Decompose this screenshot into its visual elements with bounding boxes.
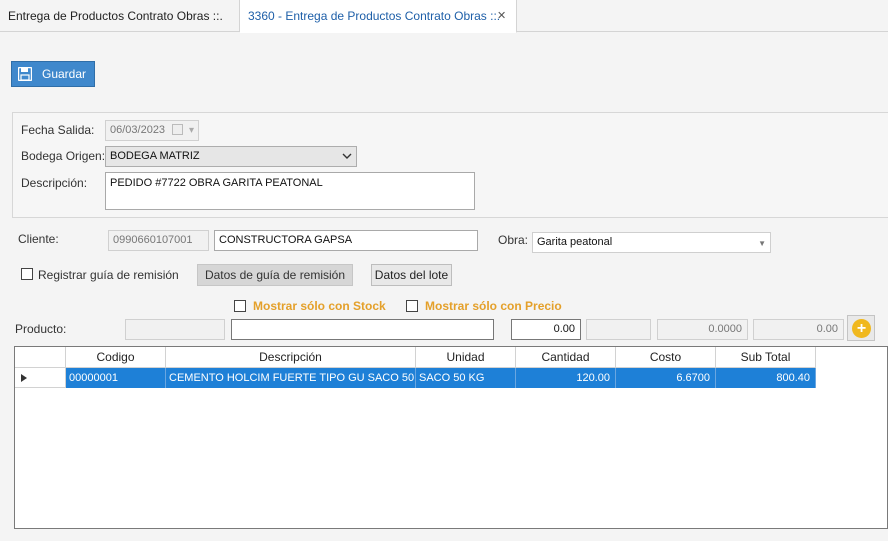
bodega-origen-select[interactable]: BODEGA MATRIZ [105, 146, 357, 167]
plus-icon: + [852, 319, 871, 338]
registrar-guia-checkbox[interactable] [21, 268, 33, 280]
producto-codigo-field[interactable] [125, 319, 225, 340]
save-button-label: Guardar [42, 67, 87, 81]
datos-guia-label: Datos de guía de remisión [204, 268, 346, 282]
tab-entrega-3360[interactable]: 3360 - Entrega de Productos Contrato Obr… [240, 0, 517, 33]
obra-label: Obra: [498, 233, 529, 247]
floppy-disk-icon [18, 67, 32, 81]
unidad-field[interactable] [586, 319, 651, 340]
column-header-costo[interactable]: Costo [616, 347, 716, 368]
row-indicator[interactable] [15, 368, 66, 388]
datos-lote-label: Datos del lote [374, 268, 449, 282]
subtotal-field[interactable]: 0.00 [753, 319, 844, 340]
calendar-icon[interactable] [172, 124, 183, 135]
fecha-salida-field[interactable]: 06/03/2023 ▾ [105, 120, 199, 141]
bodega-origen-value: BODEGA MATRIZ [110, 150, 200, 162]
cell-cantidad[interactable]: 120.00 [516, 368, 616, 388]
cell-unidad[interactable]: SACO 50 KG [416, 368, 516, 388]
row-pointer-icon [21, 374, 27, 382]
chevron-down-icon: ▼ [758, 239, 766, 248]
producto-descripcion-field[interactable] [231, 319, 494, 340]
datos-guia-button[interactable]: Datos de guía de remisión [197, 264, 353, 286]
cell-descripcion[interactable]: CEMENTO HOLCIM FUERTE TIPO GU SACO 50 KG [166, 368, 416, 388]
products-grid[interactable]: Codigo Descripción Unidad Cantidad Costo… [14, 346, 888, 529]
subtotal-value: 0.00 [816, 323, 838, 335]
cantidad-field[interactable]: 0.00 [511, 319, 581, 340]
column-header-descripcion[interactable]: Descripción [166, 347, 416, 368]
cell-codigo[interactable]: 00000001 [66, 368, 166, 388]
descripcion-value: PEDIDO #7722 OBRA GARITA PEATONAL [110, 177, 323, 189]
tab-label: Entrega de Productos Contrato Obras ::. [8, 9, 223, 23]
cliente-label: Cliente: [18, 232, 59, 246]
cliente-ruc-field[interactable]: 0990660107001 [108, 230, 209, 251]
costo-value: 0.0000 [708, 323, 742, 335]
chevron-down-icon [342, 153, 352, 159]
mostrar-stock-label: Mostrar sólo con Stock [253, 299, 386, 313]
column-header-codigo[interactable]: Codigo [66, 347, 166, 368]
tab-entrega-productos[interactable]: Entrega de Productos Contrato Obras ::. [0, 0, 240, 32]
cell-costo[interactable]: 6.6700 [616, 368, 716, 388]
fecha-salida-label: Fecha Salida: [21, 123, 95, 137]
tab-label: 3360 - Entrega de Productos Contrato Obr… [248, 9, 501, 23]
descripcion-label: Descripción: [21, 176, 88, 190]
chevron-down-icon[interactable]: ▾ [189, 121, 194, 140]
descripcion-textarea[interactable]: PEDIDO #7722 OBRA GARITA PEATONAL [105, 172, 475, 210]
mostrar-precio-checkbox[interactable] [406, 300, 418, 312]
obra-value: Garita peatonal [537, 236, 613, 248]
producto-label: Producto: [15, 322, 67, 336]
mostrar-stock-checkbox[interactable] [234, 300, 246, 312]
column-header-subtotal[interactable]: Sub Total [716, 347, 816, 368]
obra-select[interactable]: Garita peatonal ▼ [532, 232, 771, 253]
cantidad-value: 0.00 [553, 323, 575, 335]
close-icon[interactable]: ✕ [497, 0, 506, 32]
bodega-origen-label: Bodega Origen: [21, 149, 106, 163]
column-header-unidad[interactable]: Unidad [416, 347, 516, 368]
cliente-nombre-field[interactable]: CONSTRUCTORA GAPSA [214, 230, 478, 251]
mostrar-precio-label: Mostrar sólo con Precio [425, 299, 562, 313]
cliente-ruc-value: 0990660107001 [113, 234, 193, 246]
datos-lote-button[interactable]: Datos del lote [371, 264, 452, 286]
costo-field[interactable]: 0.0000 [657, 319, 748, 340]
cell-subtotal[interactable]: 800.40 [716, 368, 816, 388]
fecha-salida-value: 06/03/2023 [110, 124, 166, 136]
row-indicator-header [15, 347, 66, 368]
registrar-guia-label: Registrar guía de remisión [38, 268, 179, 282]
add-product-button[interactable]: + [847, 315, 875, 341]
save-button[interactable]: Guardar [11, 61, 95, 87]
column-header-cantidad[interactable]: Cantidad [516, 347, 616, 368]
cliente-nombre-value: CONSTRUCTORA GAPSA [219, 234, 353, 246]
